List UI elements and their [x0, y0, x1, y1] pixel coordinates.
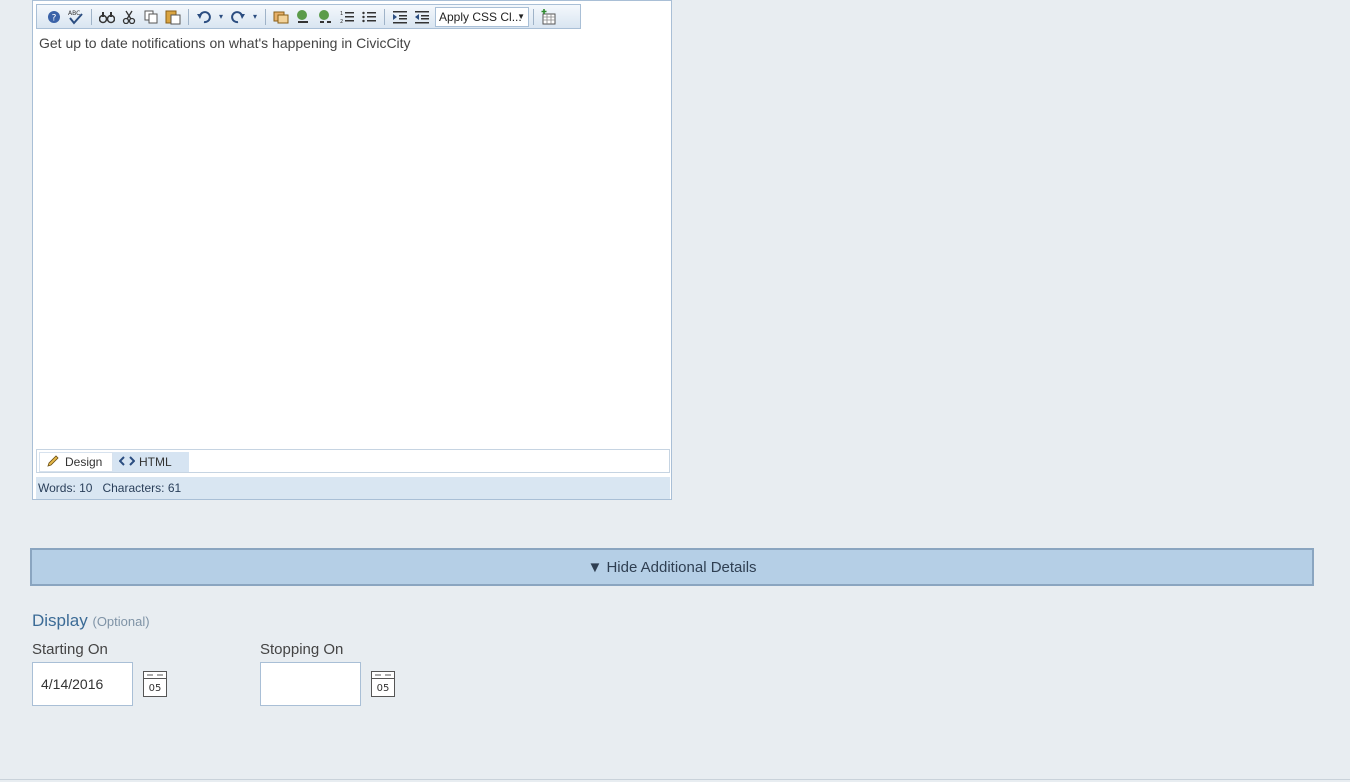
redo-icon[interactable]	[227, 7, 249, 27]
remove-link-icon[interactable]	[314, 7, 336, 27]
toolbar-separator	[533, 8, 534, 25]
indent-icon[interactable]	[389, 7, 411, 27]
display-section-title: Display (Optional)	[32, 611, 150, 631]
tab-design[interactable]: Design	[39, 452, 113, 472]
svg-text:?: ?	[52, 13, 57, 23]
undo-dropdown-icon[interactable]: ▾	[215, 7, 227, 27]
chevron-down-icon: ▼	[517, 11, 525, 21]
editor-mode-tabs: Design HTML	[36, 449, 670, 473]
editor-content[interactable]: Get up to date notifications on what's h…	[39, 35, 411, 51]
image-manager-icon[interactable]	[270, 7, 292, 27]
calendar-day: 05	[149, 683, 162, 694]
undo-icon[interactable]	[193, 7, 215, 27]
tab-html-label: HTML	[139, 455, 172, 469]
optional-label: (Optional)	[92, 614, 150, 629]
stopping-on-calendar-icon[interactable]: 05	[371, 671, 395, 697]
tab-design-label: Design	[65, 455, 103, 469]
svg-text:ABC: ABC	[68, 10, 80, 17]
bulleted-list-icon[interactable]	[358, 7, 380, 27]
starting-on-calendar-icon[interactable]: 05	[143, 671, 167, 697]
spellcheck-icon[interactable]: ABC	[65, 7, 87, 27]
editor-status-bar: Words: 10 Characters: 61	[36, 477, 670, 499]
editor-toolbar: ? ABC ▾ ▾ 1 2 Apply CSS Cl... ▼	[36, 4, 581, 29]
hyperlink-icon[interactable]	[292, 7, 314, 27]
numbered-list-icon[interactable]: 12	[336, 7, 358, 27]
stopping-on-label: Stopping On	[260, 641, 344, 658]
svg-text:1: 1	[340, 11, 343, 17]
insert-table-icon[interactable]	[538, 7, 560, 27]
find-icon[interactable]	[96, 7, 118, 27]
toolbar-separator	[91, 8, 92, 25]
redo-dropdown-icon[interactable]: ▾	[249, 7, 261, 27]
cut-icon[interactable]	[118, 7, 140, 27]
display-title: Display	[32, 611, 88, 630]
hide-additional-details-button[interactable]: ▼ Hide Additional Details	[30, 548, 1314, 586]
paste-icon[interactable]	[162, 7, 184, 27]
help-icon[interactable]: ?	[43, 7, 65, 27]
calendar-day: 05	[377, 683, 390, 694]
outdent-icon[interactable]	[411, 7, 433, 27]
apply-css-class-dropdown[interactable]: Apply CSS Cl... ▼	[435, 6, 529, 27]
word-count: Words: 10	[38, 481, 93, 495]
toolbar-separator	[265, 8, 266, 25]
starting-on-label: Starting On	[32, 641, 108, 658]
svg-text:2: 2	[340, 19, 343, 24]
code-icon	[118, 455, 136, 470]
copy-icon[interactable]	[140, 7, 162, 27]
starting-on-input[interactable]: 4/14/2016	[32, 662, 133, 706]
rich-text-editor: ? ABC ▾ ▾ 1 2 Apply CSS Cl... ▼ Get up t…	[32, 0, 672, 500]
page-bottom-divider	[0, 779, 1350, 780]
pencil-icon	[46, 454, 60, 471]
details-toggle-label: ▼ Hide Additional Details	[587, 558, 757, 576]
tab-html[interactable]: HTML	[113, 452, 189, 472]
stopping-on-input[interactable]	[260, 662, 361, 706]
character-count: Characters: 61	[102, 481, 182, 495]
toolbar-separator	[188, 8, 189, 25]
toolbar-separator	[384, 8, 385, 25]
css-select-value: Apply CSS Cl...	[439, 9, 522, 24]
